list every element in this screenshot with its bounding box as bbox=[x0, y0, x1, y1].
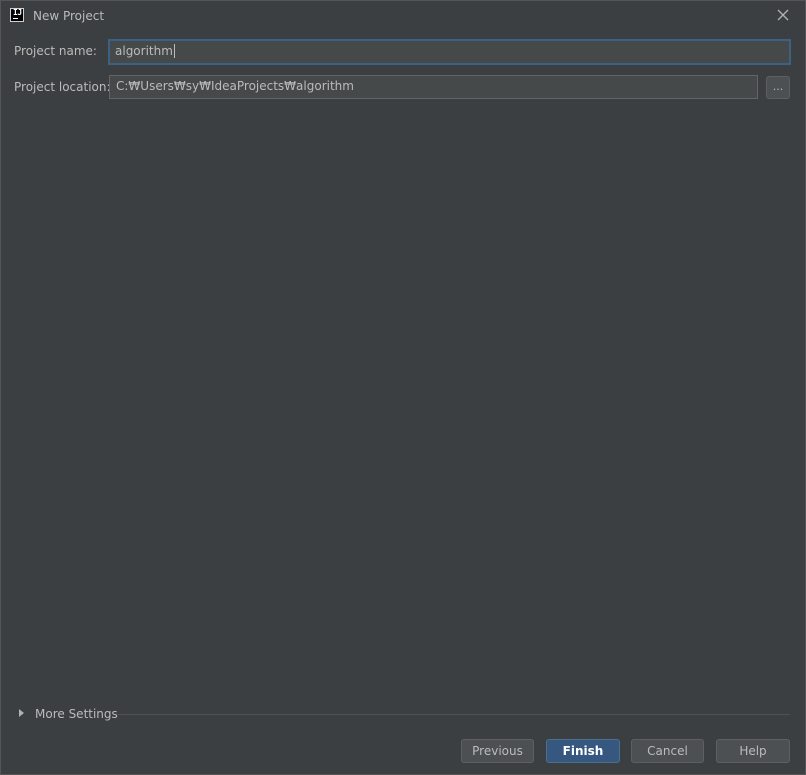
separator-line bbox=[118, 714, 790, 715]
project-location-label: Project location: bbox=[14, 80, 111, 94]
project-location-value: C:₩Users₩sy₩IdeaProjects₩algorithm bbox=[116, 79, 354, 93]
intellij-idea-icon: IJ bbox=[10, 8, 24, 22]
previous-button[interactable]: Previous bbox=[461, 739, 534, 763]
project-name-input[interactable]: algorithm bbox=[108, 39, 791, 65]
new-project-dialog: IJ New Project Project name: algorithm P… bbox=[0, 0, 806, 775]
cancel-button[interactable]: Cancel bbox=[631, 739, 704, 763]
help-button[interactable]: Help bbox=[716, 739, 790, 763]
title-bar: IJ New Project bbox=[1, 1, 805, 31]
expand-arrow-icon bbox=[19, 709, 24, 717]
more-settings-toggle[interactable]: More Settings bbox=[19, 706, 799, 724]
project-name-label: Project name: bbox=[14, 44, 97, 58]
text-caret bbox=[173, 44, 175, 58]
more-settings-label: More Settings bbox=[35, 707, 118, 721]
browse-location-button[interactable]: ... bbox=[766, 76, 790, 99]
project-location-input[interactable]: C:₩Users₩sy₩IdeaProjects₩algorithm bbox=[109, 75, 758, 99]
app-icon-text: IJ bbox=[13, 8, 22, 17]
project-name-row: Project name: algorithm bbox=[1, 39, 805, 65]
close-icon[interactable] bbox=[775, 7, 791, 23]
finish-button[interactable]: Finish bbox=[546, 739, 620, 763]
project-name-value: algorithm bbox=[115, 44, 173, 58]
window-title: New Project bbox=[33, 9, 105, 23]
project-location-row: Project location: C:₩Users₩sy₩IdeaProjec… bbox=[1, 75, 805, 101]
